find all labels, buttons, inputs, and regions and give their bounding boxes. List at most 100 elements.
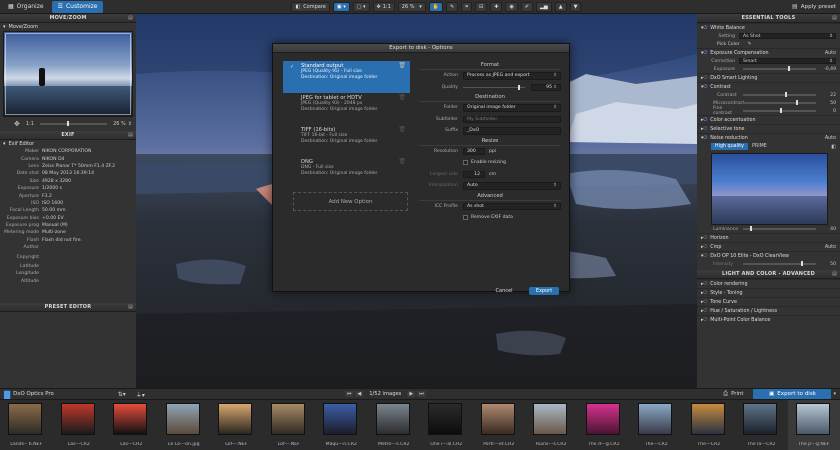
power-icon[interactable]: ⏻ bbox=[703, 25, 707, 31]
eyedropper-icon[interactable]: ✎ bbox=[748, 42, 752, 47]
filmstrip-thumbnail[interactable]: The p---g.NEF bbox=[787, 400, 840, 450]
print-button[interactable]: Print bbox=[731, 391, 743, 397]
panel-menu-icon[interactable]: ▤ bbox=[128, 304, 133, 310]
noise-auto-button[interactable]: Auto bbox=[825, 136, 836, 141]
trash-icon[interactable]: 🗑 bbox=[398, 94, 406, 100]
subfolder-input[interactable]: My Subfolder bbox=[463, 115, 561, 123]
icc-profile-select[interactable]: As shot ⇕ bbox=[463, 202, 561, 210]
resolution-input[interactable]: 300 bbox=[463, 147, 485, 155]
viewport-rectangle[interactable] bbox=[5, 33, 131, 115]
light-color-item[interactable]: ▸ ⏻ Color rendering bbox=[697, 279, 840, 288]
filmstrip-thumbnail[interactable]: The la---CR2 bbox=[735, 400, 788, 450]
cancel-button[interactable]: Cancel bbox=[491, 287, 517, 295]
microcontrast-value[interactable]: 50 bbox=[820, 101, 836, 106]
nav-zoom-slider[interactable] bbox=[39, 121, 108, 127]
filmstrip-thumbnail[interactable]: One i---al.CR2 bbox=[420, 400, 473, 450]
trash-icon[interactable]: 🗑 bbox=[398, 62, 406, 68]
nav-zoom-percent[interactable]: 26 % bbox=[113, 121, 126, 127]
folder-select[interactable]: Original image folder ⇕ bbox=[463, 104, 561, 112]
filmstrip-thumbnail[interactable]: Ruins---s.CR2 bbox=[525, 400, 578, 450]
export-option-dng[interactable]: 🗑 DNG DNG - Full size Destination: Origi… bbox=[283, 157, 410, 189]
movezoom-subheader[interactable]: ▾ Move/Zoom bbox=[0, 23, 136, 31]
brush-button[interactable]: ✐ bbox=[520, 1, 534, 12]
panel-menu-icon[interactable]: ▤ bbox=[832, 15, 837, 21]
white-balance-header[interactable]: ▾ ⏻ White Balance bbox=[697, 23, 840, 32]
filmstrip-thumbnail[interactable]: Portr---et.CR2 bbox=[473, 400, 526, 450]
contrast-slider[interactable] bbox=[743, 92, 816, 98]
remove-exif-label[interactable]: Remove EXIF data bbox=[471, 215, 513, 220]
enable-resizing-label[interactable]: Enable resizing bbox=[471, 160, 506, 165]
exif-value[interactable]: 08 May 2013 16:39:14 bbox=[42, 171, 94, 176]
power-icon[interactable]: ⏻ bbox=[703, 290, 707, 296]
filmstrip-thumbnail[interactable]: Las---CR2 bbox=[105, 400, 158, 450]
checkbox[interactable] bbox=[463, 160, 468, 166]
checkbox[interactable] bbox=[463, 215, 468, 221]
exif-value[interactable]: 4928 x 3280 bbox=[42, 179, 71, 184]
exif-value[interactable]: F3.2 bbox=[42, 194, 52, 199]
light-color-item[interactable]: ▸ ⏻ Hue / Saturation / Lightness bbox=[697, 306, 840, 315]
exif-value[interactable]: +0.00 EV bbox=[42, 216, 64, 221]
exif-value[interactable]: ISO 1600 bbox=[42, 201, 63, 206]
filter-button[interactable]: ⏚▾ bbox=[136, 390, 145, 399]
crop-header[interactable]: ▸ ⏻ Crop Auto bbox=[697, 242, 840, 251]
panel-menu-icon[interactable]: ▤ bbox=[128, 15, 133, 21]
exif-value[interactable]: 50.00 mm bbox=[42, 208, 66, 213]
largest-side-input[interactable]: 12 bbox=[463, 170, 485, 178]
interpolation-select[interactable]: Auto ⇕ bbox=[463, 182, 561, 190]
filmstrip-thumbnail[interactable]: Maqu---n.CR2 bbox=[315, 400, 368, 450]
trash-icon[interactable]: 🗑 bbox=[398, 126, 406, 132]
suffix-input[interactable]: _DxO bbox=[463, 127, 561, 135]
tab-customize[interactable]: ☰ Customize bbox=[51, 0, 104, 13]
export-option-tablet[interactable]: 🗑 JPEG for tablet or HDTV JPEG (Quality … bbox=[283, 93, 410, 125]
export-button[interactable]: Export bbox=[529, 287, 559, 295]
clearview-header[interactable]: ▾ ⏻ DxO OP 10 Elite - DxO ClearView bbox=[697, 251, 840, 260]
filmstrip-thumbnail[interactable]: The---CR2 bbox=[683, 400, 736, 450]
zoom-percent-select[interactable]: 26 % ▾ bbox=[397, 1, 426, 12]
compare-icon[interactable]: ◧ bbox=[831, 144, 836, 150]
last-image-button[interactable]: ⏭ bbox=[417, 391, 426, 397]
image-viewer[interactable]: Export to disk - Options ✓ 🗑 Standard ou… bbox=[136, 14, 697, 388]
panel-menu-icon[interactable]: ▤ bbox=[832, 271, 837, 277]
light-color-item[interactable]: ▸ ⏻ Style - Toning bbox=[697, 288, 840, 297]
power-icon[interactable]: ⏻ bbox=[703, 281, 707, 287]
noise-reduction-header[interactable]: ▾ ⏻ Noise reduction Auto bbox=[697, 133, 840, 142]
hand-tool-button[interactable]: ✋ bbox=[428, 1, 444, 12]
power-icon[interactable]: ⏻ bbox=[703, 117, 707, 123]
fine-contrast-slider[interactable] bbox=[743, 108, 816, 114]
split-view-button[interactable]: ▣ ▾ bbox=[332, 1, 350, 12]
first-image-button[interactable]: ⏮ bbox=[344, 391, 354, 397]
luminance-value[interactable]: 40 bbox=[820, 227, 836, 232]
filmstrip-thumbnail[interactable]: Le Lo---on.jpg bbox=[158, 400, 211, 450]
prev-image-button[interactable]: ◀ bbox=[355, 391, 364, 397]
chevron-down-icon[interactable]: ▾ bbox=[833, 391, 836, 397]
noise-preview[interactable] bbox=[711, 153, 828, 225]
zoom-1to1-button[interactable]: ✥ 1:1 bbox=[372, 1, 395, 12]
exif-value[interactable]: Zeiss Planar T* 50mm F1.4 ZF.2 bbox=[42, 164, 115, 169]
exposure-auto-button[interactable]: Auto bbox=[825, 51, 836, 56]
exposure-value[interactable]: -0,49 bbox=[820, 67, 836, 72]
power-icon[interactable]: ⏻ bbox=[703, 308, 707, 314]
quality-field[interactable]: 95 ⇕ bbox=[531, 83, 561, 91]
trash-icon[interactable]: 🗑 bbox=[398, 158, 406, 164]
wb-setting-select[interactable]: As Shot ⇕ bbox=[739, 32, 836, 40]
exif-value[interactable]: Manual (M) bbox=[42, 223, 68, 228]
power-icon[interactable]: ⏻ bbox=[703, 244, 707, 250]
power-icon[interactable]: ⏻ bbox=[703, 253, 707, 259]
filmstrip-thumbnail[interactable]: The d---g.CR2 bbox=[578, 400, 631, 450]
intensity-slider[interactable] bbox=[743, 261, 816, 267]
add-new-option-button[interactable]: Add New Option bbox=[293, 192, 408, 211]
power-icon[interactable]: ⏻ bbox=[703, 75, 707, 81]
highlight-warning-button[interactable]: ▲ bbox=[554, 1, 567, 12]
horizon-header[interactable]: ▸ ⏻ Horizon bbox=[697, 233, 840, 242]
exif-value[interactable]: 1/2000 s bbox=[42, 186, 62, 191]
exposure-comp-header[interactable]: ▾ ⏻ Exposure Compensation Auto bbox=[697, 48, 840, 57]
power-icon[interactable]: ⏻ bbox=[703, 126, 707, 132]
contrast-header[interactable]: ▾ ⏻ Contrast bbox=[697, 82, 840, 91]
intensity-value[interactable]: 50 bbox=[820, 262, 836, 267]
filmstrip-thumbnail[interactable]: Las---CR2 bbox=[53, 400, 106, 450]
light-color-item[interactable]: ▸ ⏻ Multi-Point Color Balance bbox=[697, 315, 840, 324]
correction-select[interactable]: Smart ⇕ bbox=[739, 57, 836, 65]
crop-tool-button[interactable]: ⌗ bbox=[461, 1, 473, 12]
stepper-icon[interactable]: ⇕ bbox=[128, 121, 132, 127]
power-icon[interactable]: ⏻ bbox=[703, 135, 707, 141]
